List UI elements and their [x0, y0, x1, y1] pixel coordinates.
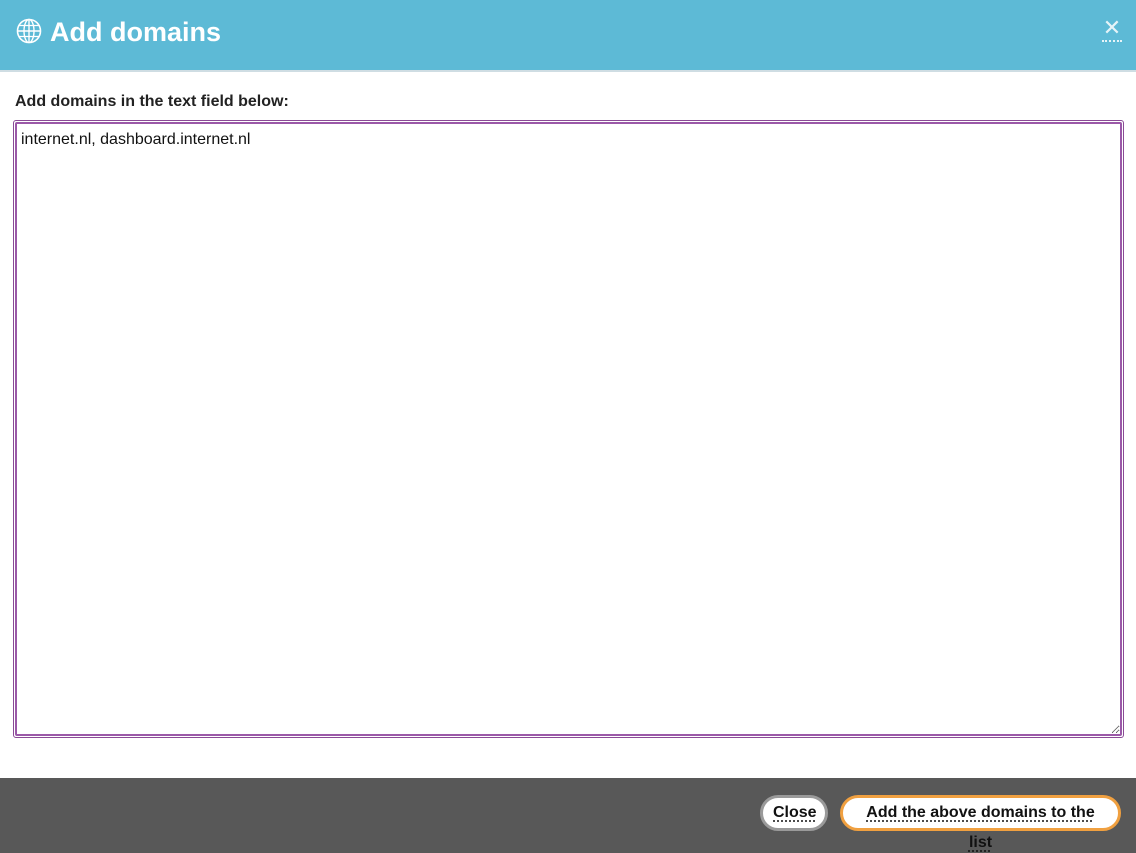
dialog-title: Add domains — [50, 17, 222, 47]
domains-textarea[interactable] — [15, 122, 1122, 736]
close-icon[interactable]: ✕ — [1102, 17, 1122, 42]
close-button[interactable]: Close — [760, 795, 828, 831]
add-domains-button[interactable]: Add the above domains to the list — [840, 795, 1121, 851]
add-domains-dialog: Add domains ✕ Add domains in the text fi… — [0, 0, 1136, 853]
textarea-label: Add domains in the text field below: — [15, 93, 289, 110]
dialog-header: Add domains ✕ — [0, 0, 1136, 72]
globe-icon — [16, 18, 42, 44]
domains-textarea-frame — [13, 120, 1124, 738]
